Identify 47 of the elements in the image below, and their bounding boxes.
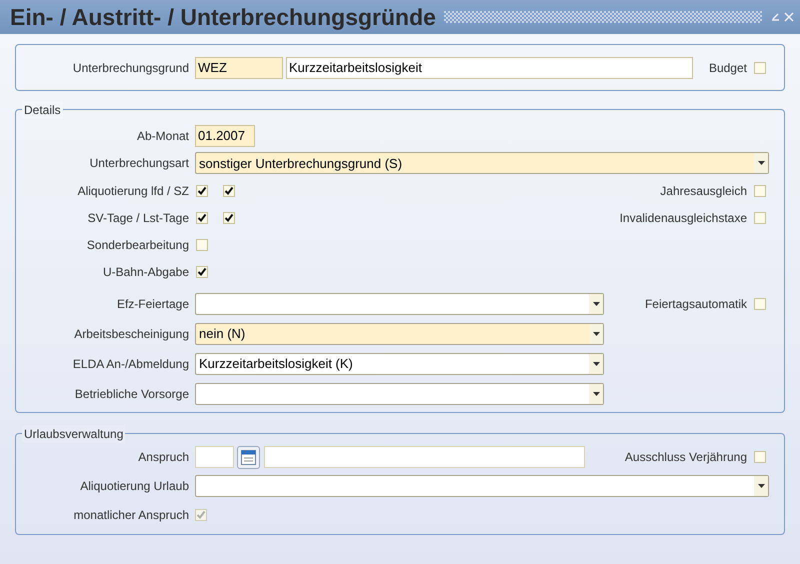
- calendar-icon: [241, 450, 256, 464]
- dropdown-field[interactable]: [195, 475, 769, 497]
- caret-icon: [592, 392, 600, 396]
- caret-icon: [592, 332, 600, 336]
- calendar-button[interactable]: [237, 446, 260, 468]
- month-field[interactable]: 01.2007: [195, 124, 255, 147]
- window-title: Ein- / Austritt- / Unterbrechungsgründe: [10, 2, 436, 32]
- checkbox[interactable]: [223, 212, 235, 224]
- checkbox-label: Jahresausgleich: [660, 182, 747, 200]
- field-label: Betriebliche Vorsorge: [74, 387, 189, 401]
- field-label: Arbeitsbescheinigung: [74, 327, 189, 341]
- dropdown-field[interactable]: [195, 383, 604, 405]
- code-field[interactable]: WEZ: [195, 56, 283, 78]
- field-label: Aliquotierung Urlaub: [80, 479, 189, 493]
- caret-icon: [592, 362, 600, 366]
- name-field[interactable]: Kurzzeitarbeitslosigkeit: [286, 56, 693, 78]
- grip-pattern-icon: [444, 11, 762, 23]
- checkbox[interactable]: [196, 184, 208, 196]
- field-label: SV-Tage / Lst-Tage: [88, 210, 189, 224]
- minimize-icon[interactable]: [770, 12, 780, 22]
- field-label: Efz-Feiertage: [116, 297, 189, 311]
- dropdown-field[interactable]: nein (N): [195, 323, 604, 345]
- dropdown-field[interactable]: Kurzzeitarbeitslosigkeit (K): [195, 353, 604, 375]
- caret-icon: [758, 161, 764, 166]
- checkbox[interactable]: [196, 266, 208, 278]
- caret-icon: [758, 484, 764, 488]
- field-label: ELDA An-/Abmeldung: [72, 357, 189, 371]
- field-label: Anspruch: [138, 450, 189, 464]
- field-label: Sonderbearbeitung: [86, 238, 189, 252]
- field-label: Unterbrechungsart: [90, 156, 189, 170]
- checkbox-label: Feiertagsautomatik: [644, 296, 747, 313]
- field-label: monatlicher Anspruch: [74, 508, 189, 522]
- field-label: Ab-Monat: [136, 128, 189, 143]
- field-label: Unterbrechungsgrund: [72, 60, 189, 74]
- checkbox-label: Ausschluss Verjährung: [624, 449, 747, 466]
- checkbox-label: Invalidenausgleichstaxe: [620, 210, 747, 226]
- close-icon[interactable]: [784, 12, 794, 22]
- checkbox-label: Budget: [708, 60, 747, 76]
- field-label: U-Bahn-Abgabe: [102, 264, 189, 278]
- caret-icon: [592, 302, 600, 306]
- checkbox[interactable]: [223, 184, 235, 196]
- text-field[interactable]: [264, 446, 585, 468]
- checkbox[interactable]: [196, 212, 208, 224]
- field-label: Aliquotierung lfd / SZ: [78, 184, 189, 198]
- dropdown-field[interactable]: [195, 293, 604, 315]
- dropdown-field[interactable]: sonstiger Unterbrechungsgrund (S): [195, 152, 769, 174]
- days-field[interactable]: [195, 446, 234, 468]
